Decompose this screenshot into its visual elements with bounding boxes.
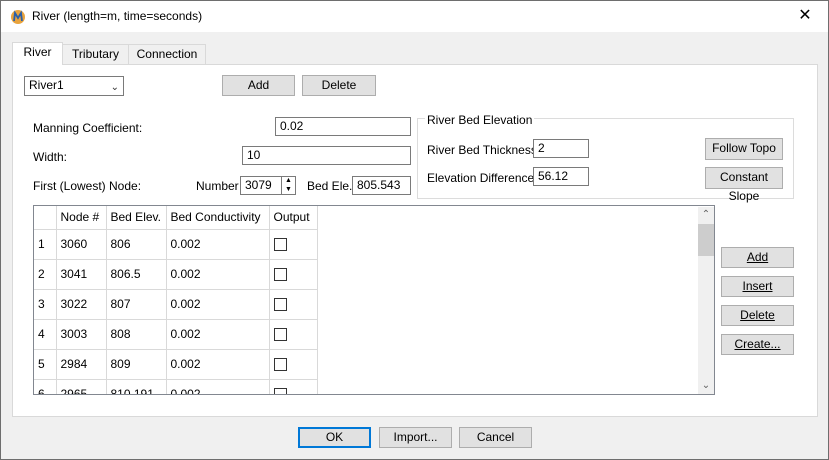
first-node-label: First (Lowest) Node: bbox=[33, 179, 142, 193]
spin-down-icon[interactable]: ▼ bbox=[282, 185, 295, 194]
node-grid: Node # Bed Elev. Bed Conductivity Output… bbox=[33, 205, 715, 395]
elev-cell[interactable]: 806.5 bbox=[106, 259, 167, 290]
table-header-row: Node # Bed Elev. Bed Conductivity Output bbox=[34, 206, 318, 230]
cond-cell[interactable]: 0.002 bbox=[166, 349, 270, 380]
output-cell bbox=[269, 289, 318, 320]
column-header[interactable]: Output bbox=[269, 206, 318, 230]
table-row[interactable]: 4 3003 808 0.002 bbox=[34, 319, 318, 350]
thickness-label: River Bed Thickness: bbox=[427, 143, 541, 157]
elev-diff-input[interactable]: 56.12 bbox=[533, 167, 589, 186]
row-index: 1 bbox=[34, 229, 57, 260]
elev-cell[interactable]: 809 bbox=[106, 349, 167, 380]
add-node-button[interactable]: Add bbox=[721, 247, 794, 268]
row-index: 6 bbox=[34, 379, 57, 394]
bed-ele-input[interactable]: 805.543 bbox=[352, 176, 411, 195]
tab-river[interactable]: River bbox=[12, 42, 63, 65]
follow-topo-button[interactable]: Follow Topo bbox=[705, 138, 783, 160]
dialog-window: River (length=m, time=seconds) ✕ River T… bbox=[0, 0, 829, 460]
node-cell[interactable]: 2984 bbox=[56, 349, 107, 380]
tab-connection[interactable]: Connection bbox=[128, 44, 206, 64]
node-cell[interactable]: 3060 bbox=[56, 229, 107, 260]
node-number-value: 3079 bbox=[245, 178, 272, 192]
delete-node-button[interactable]: Delete bbox=[721, 305, 794, 326]
output-cell bbox=[269, 229, 318, 260]
column-header[interactable]: Bed Conductivity bbox=[166, 206, 270, 230]
elev-diff-label: Elevation Difference: bbox=[427, 171, 538, 185]
elev-cell[interactable]: 807 bbox=[106, 289, 167, 320]
add-river-button[interactable]: Add bbox=[222, 75, 295, 96]
output-checkbox[interactable] bbox=[273, 298, 287, 312]
scroll-down-icon[interactable]: ⌄ bbox=[698, 378, 714, 394]
output-cell bbox=[269, 379, 318, 394]
output-checkbox[interactable] bbox=[273, 238, 287, 252]
vertical-scrollbar[interactable]: ⌃ ⌄ bbox=[698, 207, 714, 394]
title-bar: River (length=m, time=seconds) ✕ bbox=[1, 1, 828, 32]
table-row[interactable]: 2 3041 806.5 0.002 bbox=[34, 259, 318, 290]
row-index: 5 bbox=[34, 349, 57, 380]
number-label: Number bbox=[196, 179, 239, 193]
elev-cell[interactable]: 810.191 bbox=[106, 379, 167, 394]
width-input[interactable]: 10 bbox=[242, 146, 411, 165]
node-cell[interactable]: 2965 bbox=[56, 379, 107, 394]
output-checkbox[interactable] bbox=[273, 358, 287, 372]
close-button[interactable]: ✕ bbox=[782, 1, 828, 32]
output-checkbox[interactable] bbox=[273, 328, 287, 342]
number-spinner[interactable]: ▲ ▼ bbox=[281, 176, 295, 195]
node-table: Node # Bed Elev. Bed Conductivity Output… bbox=[34, 206, 318, 394]
river-select-value: River1 bbox=[29, 78, 64, 92]
elev-cell[interactable]: 808 bbox=[106, 319, 167, 350]
app-logo-icon bbox=[11, 10, 25, 24]
import-button[interactable]: Import... bbox=[379, 427, 452, 448]
table-row[interactable]: 5 2984 809 0.002 bbox=[34, 349, 318, 380]
manning-label: Manning Coefficient: bbox=[33, 121, 143, 135]
elev-cell[interactable]: 806 bbox=[106, 229, 167, 260]
manning-input[interactable]: 0.02 bbox=[275, 117, 411, 136]
scroll-up-icon[interactable]: ⌃ bbox=[698, 207, 714, 223]
add-node-label: Add bbox=[746, 250, 769, 264]
cond-cell[interactable]: 0.002 bbox=[166, 319, 270, 350]
create-nodes-button[interactable]: Create... bbox=[721, 334, 794, 355]
bed-ele-label: Bed Ele. bbox=[307, 179, 353, 193]
column-header[interactable]: Bed Elev. bbox=[106, 206, 167, 230]
constant-slope-button[interactable]: Constant Slope bbox=[705, 167, 783, 203]
node-cell[interactable]: 3022 bbox=[56, 289, 107, 320]
node-cell[interactable]: 3003 bbox=[56, 319, 107, 350]
node-cell[interactable]: 3041 bbox=[56, 259, 107, 290]
thickness-input[interactable]: 2 bbox=[533, 139, 589, 158]
insert-node-button[interactable]: Insert bbox=[721, 276, 794, 297]
column-header[interactable]: Node # bbox=[56, 206, 107, 230]
window-title: River (length=m, time=seconds) bbox=[32, 9, 203, 23]
create-nodes-label: Create... bbox=[734, 337, 781, 351]
table-row[interactable]: 1 3060 806 0.002 bbox=[34, 229, 318, 260]
table-row[interactable]: 3 3022 807 0.002 bbox=[34, 289, 318, 320]
cond-cell[interactable]: 0.002 bbox=[166, 259, 270, 290]
delete-river-button[interactable]: Delete bbox=[302, 75, 376, 96]
cancel-button[interactable]: Cancel bbox=[459, 427, 532, 448]
ok-button[interactable]: OK bbox=[298, 427, 371, 448]
output-cell bbox=[269, 319, 318, 350]
delete-node-label: Delete bbox=[740, 308, 775, 322]
cond-cell[interactable]: 0.002 bbox=[166, 289, 270, 320]
output-checkbox[interactable] bbox=[273, 388, 287, 394]
row-index: 4 bbox=[34, 319, 57, 350]
output-cell bbox=[269, 259, 318, 290]
insert-node-label: Insert bbox=[742, 279, 773, 293]
tab-tributary[interactable]: Tributary bbox=[62, 44, 129, 64]
cond-cell[interactable]: 0.002 bbox=[166, 229, 270, 260]
output-cell bbox=[269, 349, 318, 380]
width-label: Width: bbox=[33, 150, 68, 164]
output-checkbox[interactable] bbox=[273, 268, 287, 282]
row-index-header bbox=[34, 206, 57, 230]
river-bed-group-title: River Bed Elevation bbox=[425, 113, 535, 127]
row-index: 3 bbox=[34, 289, 57, 320]
table-row[interactable]: 6 2965 810.191 0.002 bbox=[34, 379, 318, 394]
spin-up-icon[interactable]: ▲ bbox=[282, 176, 295, 185]
scroll-thumb[interactable] bbox=[698, 224, 714, 256]
row-index: 2 bbox=[34, 259, 57, 290]
river-select[interactable]: River1 ⌄ bbox=[24, 76, 124, 96]
cond-cell[interactable]: 0.002 bbox=[166, 379, 270, 394]
chevron-down-icon: ⌄ bbox=[110, 82, 119, 93]
